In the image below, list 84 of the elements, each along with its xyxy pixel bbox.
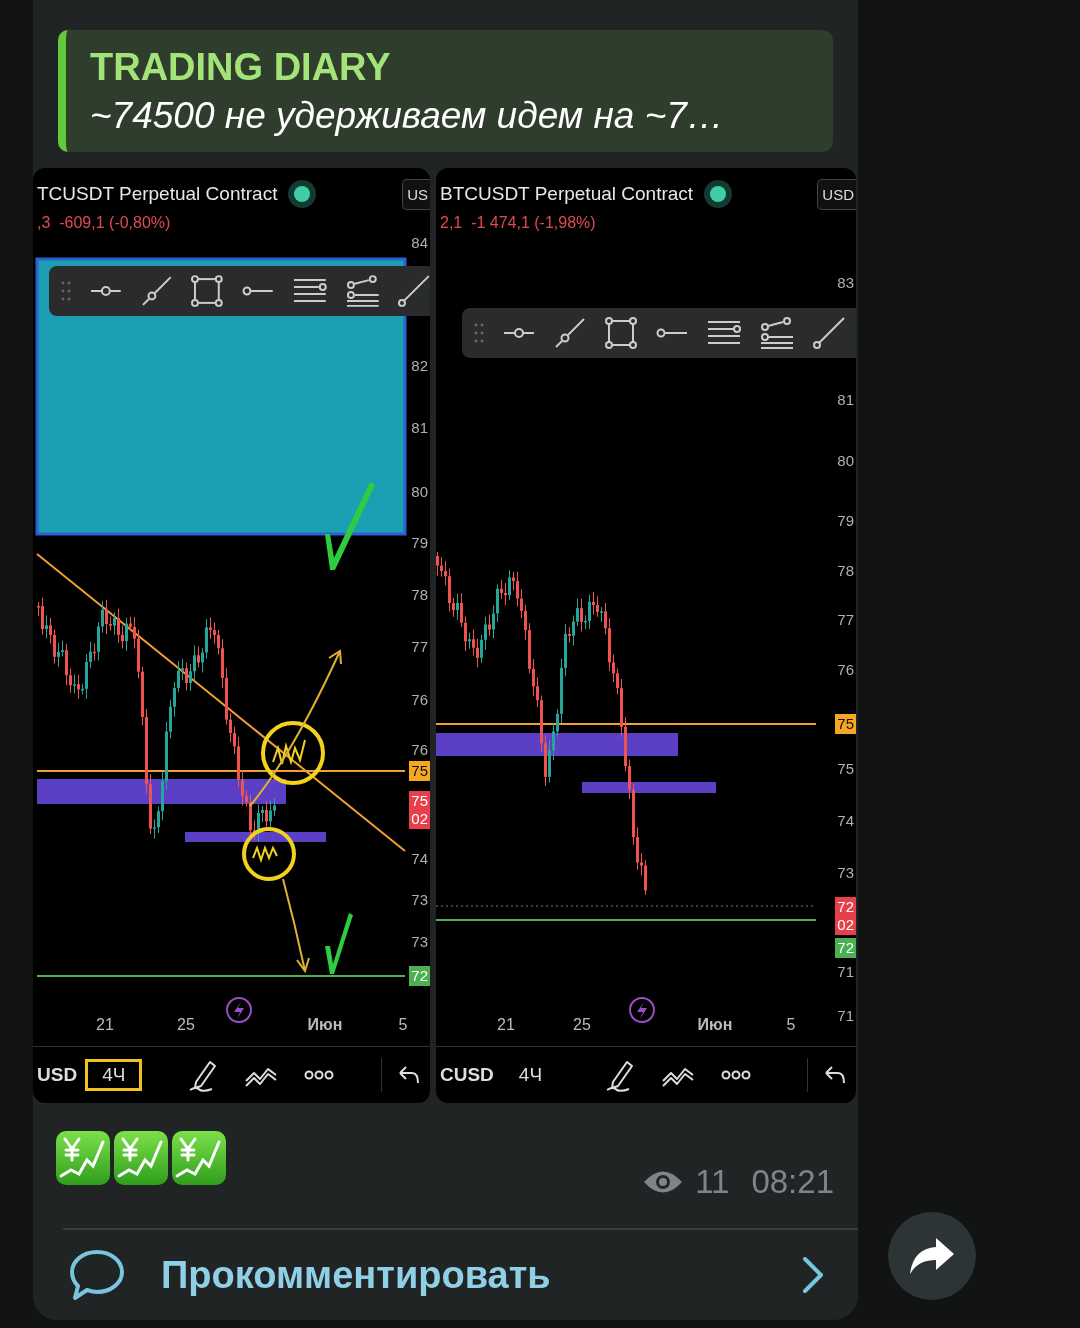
eye-icon [643,1169,684,1195]
rectangle-icon[interactable] [605,317,637,349]
price-label: 75 02 [409,791,430,829]
price-change: ,3 -609,1 (-0,80%) [36,214,172,233]
symbol-title: TCUSDT Perpetual Contract [37,183,278,205]
price-label: 75 [836,759,855,779]
price-change: 2,1 -1 474,1 (-1,98%) [439,214,597,233]
date-label: Июн [697,1016,733,1034]
price-label: 72 [835,938,856,958]
lightning-icon[interactable] [226,997,252,1023]
price-label: 74 [836,811,855,831]
share-arrow-icon [908,1236,956,1276]
circled-scribble [261,721,325,785]
price-label: 77 [836,610,855,630]
price-label: 76 [836,660,855,680]
price-label: 78 [410,585,429,605]
chart-increasing-with-yen-icon [113,1130,169,1186]
price-label: 77 [410,637,429,657]
date-label: 21 [96,1016,114,1034]
price-label: 84 [410,233,429,253]
date-label: 21 [497,1016,515,1034]
speech-bubble-icon [69,1248,125,1302]
more-icon[interactable] [304,1070,335,1080]
price-label: 79 [410,533,429,553]
price-label: 71 [836,962,855,982]
reply-title: TRADING DIARY [90,45,392,89]
symbol-title: BTCUSDT Perpetual Contract [440,183,694,205]
ray-line-icon[interactable] [813,317,845,349]
undo-icon[interactable] [398,1066,420,1084]
date-label: 25 [573,1016,591,1034]
comment-button[interactable]: Прокомментировать [33,1230,858,1320]
price-label: 74 [410,849,429,869]
rectangle-icon[interactable] [191,275,224,307]
price-label: 76 [410,740,429,760]
price-label: 82 [410,356,429,376]
pencil-icon[interactable] [605,1058,636,1092]
price-label: 83 [836,273,855,293]
timeframe-button[interactable]: 4Ч [85,1059,143,1091]
symbol-label[interactable]: USD [37,1064,78,1086]
price-label: 73 [410,890,429,910]
date-label: Июн [307,1016,343,1034]
pattern-tool-icon[interactable] [345,275,380,307]
trend-line-icon[interactable] [554,317,586,349]
message-time: 08:21 [751,1163,834,1201]
price-label: 72 [409,966,430,986]
currency-button[interactable]: US [402,178,430,210]
date-label: 5 [398,1016,408,1034]
price-label: 79 [836,511,855,531]
view-count: 11 [695,1163,730,1201]
price-label: 81 [410,418,429,438]
chevron-right-icon [802,1256,824,1294]
drag-handle-icon[interactable] [474,322,484,344]
price-label: 81 [836,390,855,410]
price-label: 76 [410,690,429,710]
lightning-icon[interactable] [629,997,655,1023]
price-label: 73 [836,863,855,883]
status-dot-icon [703,179,734,209]
currency-button[interactable]: USD [817,178,856,210]
check-mark [325,913,353,974]
reply-quote[interactable]: TRADING DIARY ~74500 не удерживаем идем на ~7… [58,30,833,152]
circled-scribble [242,827,296,881]
status-dot-icon [287,179,318,209]
price-label: 75 [835,714,856,734]
trend-line-icon[interactable] [140,275,173,307]
price-label: 73 [410,932,429,952]
chart-increasing-with-yen-icon [55,1130,111,1186]
price-label: 80 [410,482,429,502]
price-label: 80 [836,451,855,471]
price-label: 78 [836,561,855,581]
date-label: 25 [177,1016,195,1034]
more-icon[interactable] [721,1070,752,1080]
reply-text: ~74500 не удерживаем идем на ~7… [90,94,725,137]
pattern-tool-icon[interactable] [760,317,794,349]
timeframe-button[interactable]: 4Ч [501,1059,560,1091]
date-label: 5 [786,1016,796,1034]
drag-handle-icon[interactable] [61,280,71,302]
chart-increasing-with-yen-icon [171,1130,227,1186]
price-label: 71 [836,1006,855,1026]
pencil-icon[interactable] [188,1058,219,1092]
price-label: 75 [409,761,430,781]
ray-line-icon[interactable] [398,275,430,307]
price-label: 72 02 [835,897,856,935]
undo-icon[interactable] [824,1066,846,1084]
symbol-label[interactable]: CUSD [440,1064,494,1086]
